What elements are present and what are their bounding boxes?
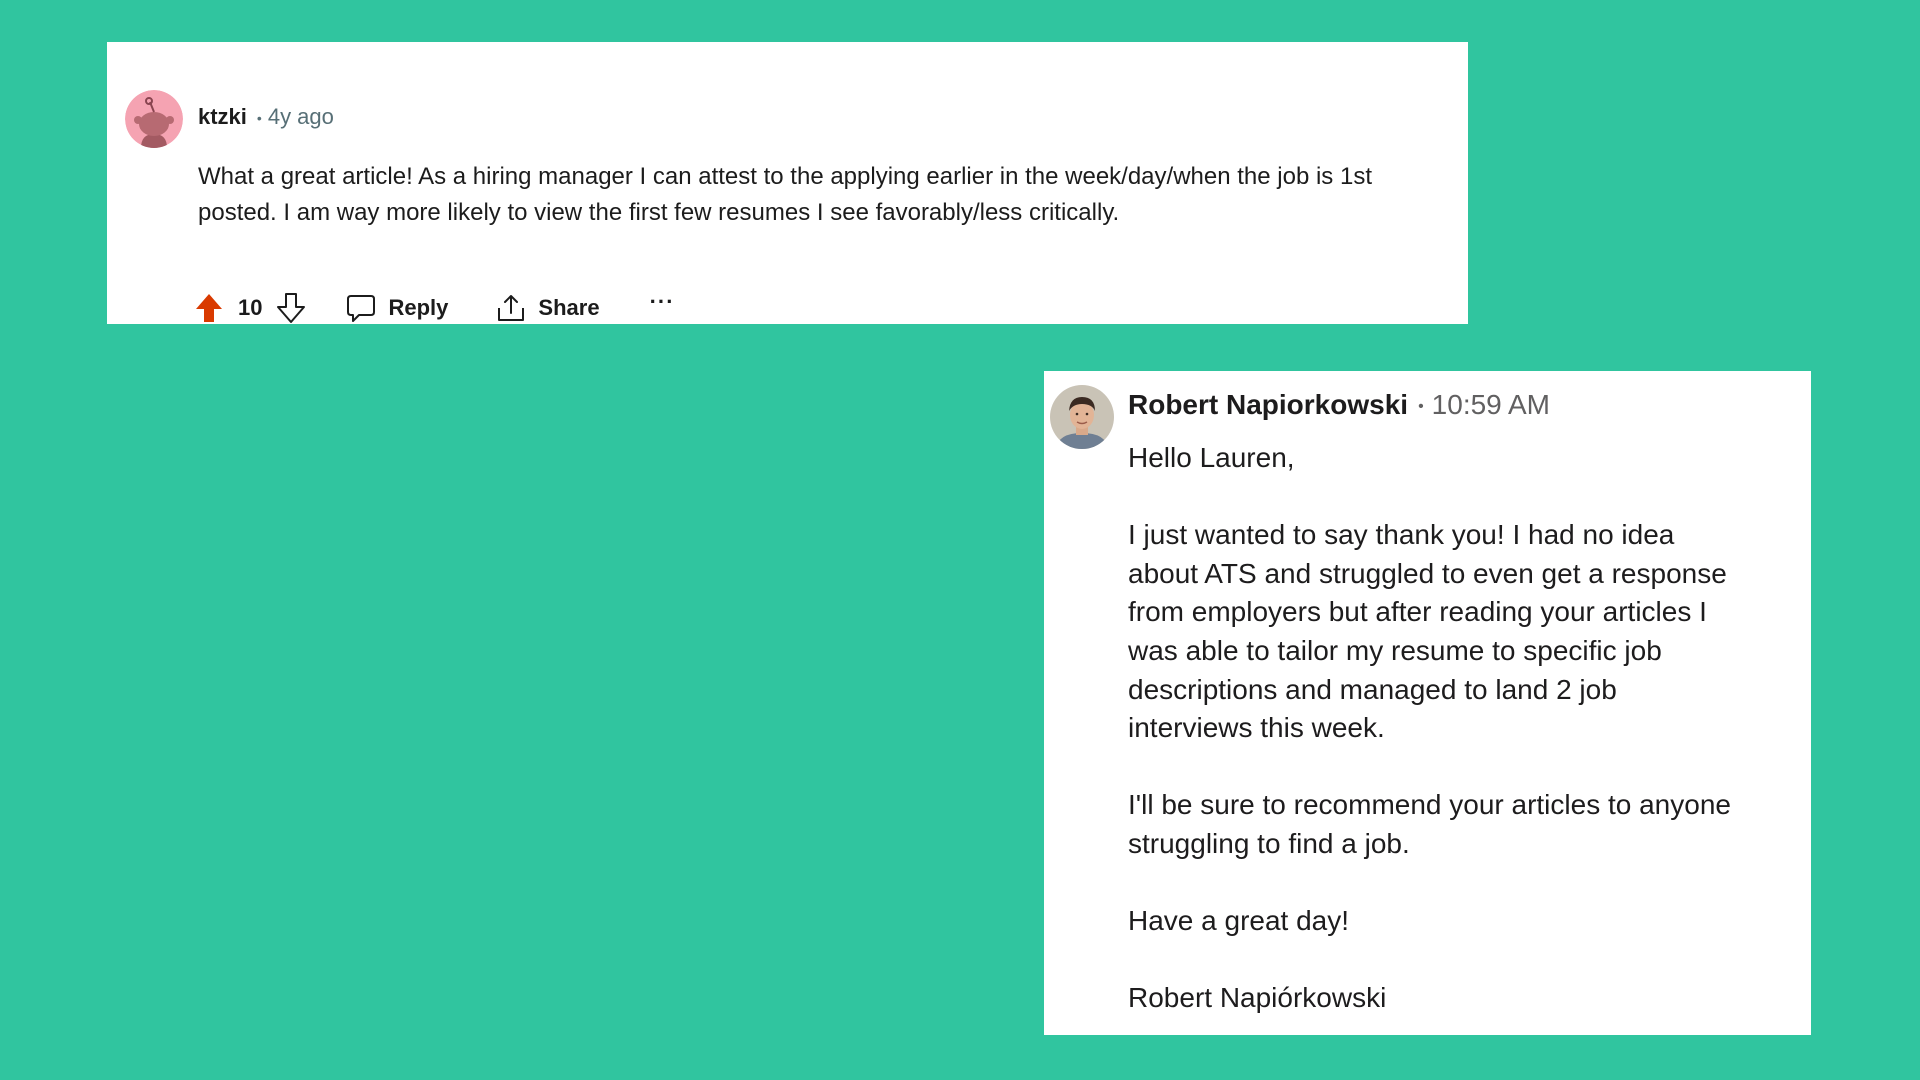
vote-count: 10 — [238, 295, 263, 320]
comment-age-text: 4y ago — [267, 104, 334, 129]
share-label: Share — [538, 295, 600, 320]
message-paragraph: I'll be sure to recommend your articles … — [1128, 789, 1731, 859]
upvote-filled-icon[interactable] — [194, 292, 224, 324]
message-paragraph: I just wanted to say thank you! I had no… — [1128, 519, 1727, 744]
profile-photo-avatar[interactable] — [1050, 385, 1114, 449]
meta-separator: • — [1418, 397, 1424, 415]
comment-action-bar: 10 Reply Share ··· — [194, 288, 675, 328]
reply-label: Reply — [388, 295, 449, 320]
message-timestamp: • 10:59 AM — [1418, 389, 1550, 421]
comment-header: ktzki • 4y ago — [198, 104, 334, 130]
downvote-icon[interactable] — [276, 292, 306, 324]
message-time-text: 10:59 AM — [1431, 389, 1550, 420]
share-upload-icon — [496, 293, 526, 323]
sender-name[interactable]: Robert Napiorkowski — [1128, 389, 1408, 421]
meta-separator: • — [256, 110, 262, 127]
share-button[interactable]: Share — [496, 293, 600, 323]
message-signature: Robert Napiórkowski — [1128, 982, 1387, 1014]
message-body: Hello Lauren, I just wanted to say thank… — [1128, 439, 1748, 1057]
reply-button[interactable]: Reply — [346, 293, 448, 323]
snoo-avatar-icon[interactable] — [125, 90, 183, 148]
message-paragraph: Hello Lauren, — [1128, 442, 1295, 473]
more-dots-icon[interactable]: ··· — [650, 289, 675, 315]
comment-username[interactable]: ktzki — [198, 104, 247, 130]
comment-age: • 4y ago — [257, 104, 334, 130]
comment-body: What a great article! As a hiring manage… — [198, 163, 1372, 226]
comment-bubble-icon — [346, 293, 376, 323]
reddit-comment-card: ktzki • 4y ago What a great article! As a… — [107, 42, 1468, 324]
message-paragraph: Have a great day! — [1128, 905, 1350, 937]
message-header: Robert Napiorkowski • 10:59 AM — [1128, 389, 1550, 421]
message-card: Robert Napiorkowski • 10:59 AM Hello Laur… — [1044, 371, 1811, 1035]
